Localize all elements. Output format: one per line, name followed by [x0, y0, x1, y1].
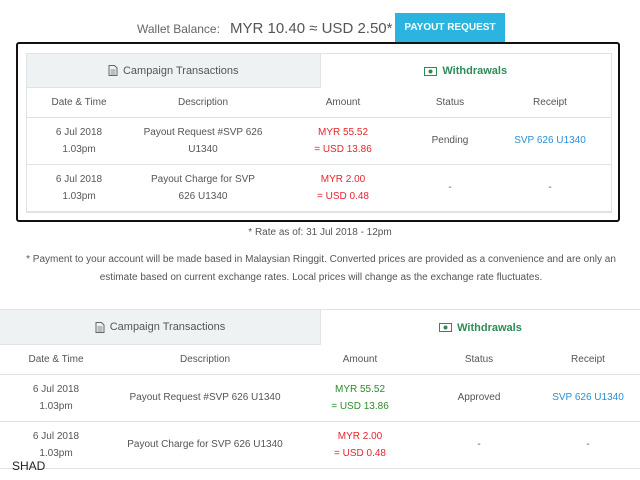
document-icon: [95, 321, 105, 333]
amount-cell: MYR 55.52 = USD 13.86: [298, 374, 422, 422]
date-cell: 6 Jul 2018 1.03pm: [27, 117, 131, 165]
status-cell: Approved: [422, 374, 536, 422]
receipt-cell: -: [489, 164, 611, 212]
amount-cell: MYR 2.00 = USD 0.48: [298, 421, 422, 469]
table-row: 6 Jul 2018 1.03pm Payout Charge for SVP 6…: [27, 164, 611, 212]
receipt-cell: -: [536, 421, 640, 469]
header-amount: Amount: [275, 88, 411, 118]
receipt-link[interactable]: SVP 626 U1340: [489, 117, 611, 165]
header-status: Status: [422, 345, 536, 375]
description-cell: Payout Charge for SVP 626 U1340: [131, 164, 275, 212]
rate-note: * Rate as of: 31 Jul 2018 - 12pm: [248, 227, 392, 238]
money-icon: [424, 66, 438, 76]
tab-campaign-label: Campaign Transactions: [122, 64, 239, 77]
description-cell: Payout Charge for SVP 626 U1340: [112, 421, 298, 469]
tab-campaign-label: Campaign Transactions: [109, 321, 226, 333]
header-description: Description: [131, 88, 275, 118]
header-status: Status: [411, 88, 489, 118]
date-cell: 6 Jul 2018 1.03pm: [27, 164, 131, 212]
tab-bar: Campaign Transactions Withdrawals: [0, 310, 640, 345]
date-cell: 6 Jul 2018 1.03pm: [0, 374, 112, 422]
description-cell: Payout Request #SVP 626 U1340: [131, 117, 275, 165]
table-row: 6 Jul 2018 1.03pm Payout Request #SVP 626…: [27, 117, 611, 165]
withdrawals-table-top: Date & Time Description Amount Status Re…: [27, 88, 611, 212]
receipt-link[interactable]: SVP 626 U1340: [536, 374, 640, 422]
header-amount: Amount: [298, 345, 422, 375]
amount-cell: MYR 2.00 = USD 0.48: [275, 164, 411, 212]
tab-campaign-transactions[interactable]: Campaign Transactions: [0, 310, 321, 345]
tab-bar: Campaign Transactions Withdrawals: [27, 54, 611, 88]
status-cell: -: [422, 421, 536, 469]
amount-cell: MYR 55.52 = USD 13.86: [275, 117, 411, 165]
disclaimer-text: * Payment to your account will be made b…: [26, 254, 616, 283]
description-cell: Payout Request #SVP 626 U1340: [112, 374, 298, 422]
wallet-balance-value: MYR 10.40 ≈ USD 2.50*: [230, 20, 393, 37]
table-row: 6 Jul 2018 1.03pm Payout Request #SVP 626…: [0, 374, 640, 422]
tab-withdrawals-label: Withdrawals: [457, 321, 522, 334]
document-icon: [108, 65, 118, 76]
status-cell: -: [411, 164, 489, 212]
header-description: Description: [112, 345, 298, 375]
withdrawals-panel-bottom: Campaign Transactions Withdrawals Date &…: [0, 309, 640, 480]
money-icon: [439, 323, 453, 332]
wallet-balance-label: Wallet Balance:: [137, 22, 220, 36]
tab-withdrawals[interactable]: Withdrawals: [321, 310, 640, 345]
withdrawals-table-bottom: Date & Time Description Amount Status Re…: [0, 345, 640, 469]
header-date-time: Date & Time: [27, 88, 131, 118]
header-receipt: Receipt: [536, 345, 640, 375]
tab-campaign-transactions[interactable]: Campaign Transactions: [27, 54, 321, 88]
tab-withdrawals[interactable]: Withdrawals: [320, 54, 611, 88]
header-date-time: Date & Time: [0, 345, 112, 375]
status-cell: Pending: [411, 117, 489, 165]
header-receipt: Receipt: [489, 88, 611, 118]
payout-request-button[interactable]: PAYOUT REQUEST: [395, 13, 505, 42]
footer-label: SHAD: [12, 459, 46, 473]
withdrawals-panel-top: Campaign Transactions Withdrawals Date &…: [26, 53, 612, 213]
table-row: 6 Jul 2018 1.03pm Payout Charge for SVP 6…: [0, 421, 640, 469]
wallet-balance-row: Wallet Balance: MYR 10.40 ≈ USD 2.50* PA…: [0, 13, 640, 43]
tab-withdrawals-label: Withdrawals: [442, 65, 508, 77]
